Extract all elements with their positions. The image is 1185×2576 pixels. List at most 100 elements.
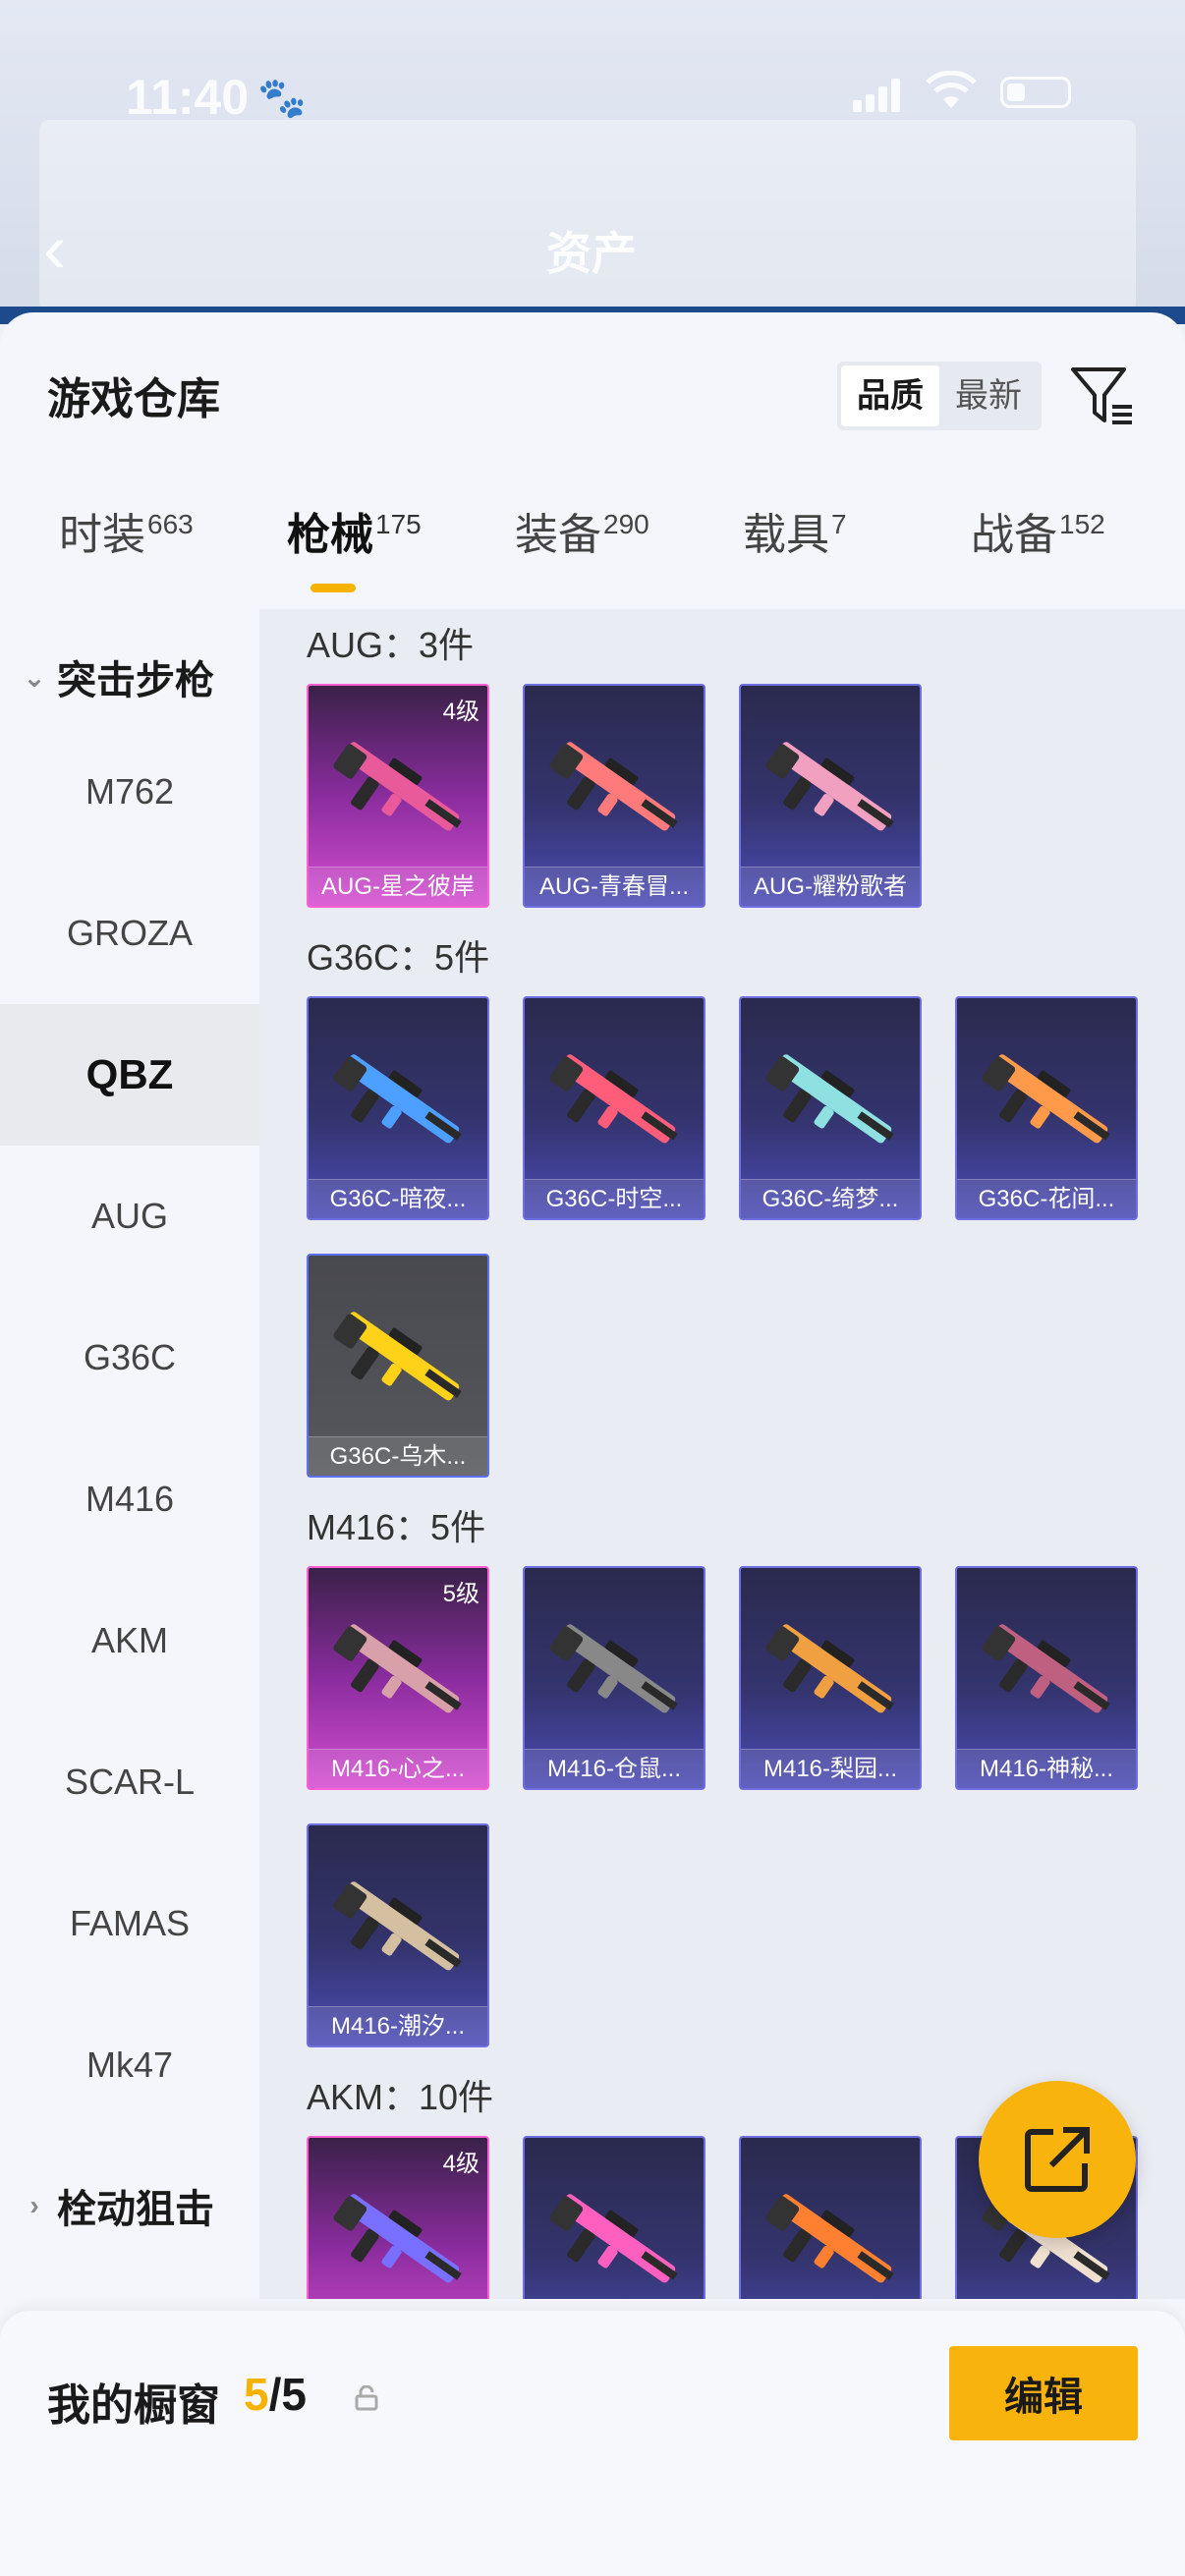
- warehouse-sheet: 游戏仓库 品质 最新 时装663 枪械175 装备290 载具7 战备152 ⌄…: [0, 312, 1185, 2576]
- skin-name: M416-神秘...: [957, 1749, 1136, 1788]
- sidebar-group-label: 突击步枪: [57, 659, 214, 702]
- sidebar-group-bolt-action[interactable]: › 栓动狙击: [20, 2177, 214, 2234]
- back-arrow-icon[interactable]: ‹: [43, 214, 92, 283]
- weapon-sidebar: ⌄ 突击步枪 M762 GROZA QBZ AUG G36C M416 AKM …: [0, 609, 259, 2299]
- tab-count: 152: [1059, 509, 1105, 540]
- skin-name: M416-梨园...: [741, 1749, 920, 1788]
- skin-card[interactable]: [739, 2136, 922, 2299]
- skin-card[interactable]: G36C-绮梦...: [739, 996, 922, 1220]
- sidebar-item-mk47[interactable]: Mk47: [0, 1994, 259, 2136]
- sidebar-item-groza[interactable]: GROZA: [0, 863, 259, 1004]
- sort-newest-button[interactable]: 最新: [939, 365, 1038, 426]
- skin-card[interactable]: G36C-暗夜...: [307, 996, 489, 1220]
- filter-icon[interactable]: [1069, 362, 1136, 430]
- sidebar-group-assault-rifles[interactable]: ⌄ 突击步枪: [20, 648, 214, 705]
- showcase-count: 5/5: [244, 2368, 307, 2421]
- sidebar-item-m416[interactable]: M416: [0, 1428, 259, 1570]
- sidebar-item-aug[interactable]: AUG: [0, 1146, 259, 1287]
- skin-name: G36C-乌木...: [309, 1436, 487, 1476]
- status-time: 11:40: [126, 70, 250, 125]
- skin-card[interactable]: 5级 M416-心之...: [307, 1566, 489, 1790]
- skin-card[interactable]: M416-潮汐...: [307, 1823, 489, 2047]
- sidebar-item-g36c[interactable]: G36C: [0, 1287, 259, 1428]
- skin-name: AUG-耀粉歌者: [741, 867, 920, 906]
- tab-vehicles[interactable]: 载具7: [743, 499, 847, 562]
- section-title-g36c: G36C：5件: [307, 937, 490, 978]
- tab-label: 战备: [971, 511, 1057, 559]
- skin-card[interactable]: M416-梨园...: [739, 1566, 922, 1790]
- skin-card[interactable]: G36C-时空...: [523, 996, 705, 1220]
- sidebar-item-akm[interactable]: AKM: [0, 1570, 259, 1711]
- rifle-icon: [982, 1054, 1110, 1144]
- skin-name: M416-心之...: [309, 1749, 487, 1788]
- skin-name: G36C-绮梦...: [741, 1179, 920, 1218]
- skin-card[interactable]: 4级 AUG-星之彼岸: [307, 684, 489, 908]
- edit-button[interactable]: 编辑: [949, 2346, 1138, 2440]
- section-title-aug: AUG：3件: [307, 625, 475, 665]
- sort-toggle: 品质 最新: [837, 362, 1042, 430]
- rifle-icon: [333, 1624, 462, 1713]
- status-bar: 11:40 🐾: [0, 59, 1185, 138]
- section-title-akm: AKM：10件: [307, 2077, 494, 2117]
- sidebar-item-scar-l[interactable]: SCAR-L: [0, 1711, 259, 1853]
- share-fab-button[interactable]: [979, 2081, 1136, 2238]
- tab-supplies[interactable]: 战备152: [971, 499, 1105, 562]
- tab-firearms[interactable]: 枪械175: [287, 499, 422, 562]
- tab-label: 枪械: [287, 511, 373, 559]
- skin-name: AUG-星之彼岸: [309, 867, 487, 906]
- lock-icon: [355, 2385, 378, 2411]
- tab-count: 663: [147, 509, 194, 540]
- sidebar-group-label: 栓动狙击: [57, 2188, 214, 2231]
- skin-name: G36C-暗夜...: [309, 1179, 487, 1218]
- section-title-m416: M416：5件: [307, 1507, 486, 1547]
- rifle-icon: [333, 1312, 462, 1401]
- sort-quality-button[interactable]: 品质: [841, 365, 939, 426]
- chevron-right-icon: ›: [29, 2190, 39, 2220]
- rifle-icon: [549, 2194, 678, 2283]
- wifi-icon: [926, 71, 977, 108]
- paw-icon: 🐾: [257, 77, 307, 120]
- skin-card[interactable]: AUG-耀粉歌者: [739, 684, 922, 908]
- sidebar-item-m762[interactable]: M762: [0, 721, 259, 863]
- tab-count: 290: [603, 509, 649, 540]
- skin-card[interactable]: G36C-花间...: [955, 996, 1138, 1220]
- signal-icon: [853, 79, 902, 112]
- skin-name: G36C-时空...: [525, 1179, 704, 1218]
- battery-icon: [1000, 77, 1071, 108]
- sidebar-item-qbz[interactable]: QBZ: [0, 1004, 259, 1146]
- skin-card[interactable]: M416-仓鼠...: [523, 1566, 705, 1790]
- skin-card[interactable]: AUG-青春冒...: [523, 684, 705, 908]
- showcase-count-total: /5: [268, 2369, 307, 2420]
- rifle-icon: [549, 742, 678, 831]
- sheet-title: 游戏仓库: [47, 375, 220, 423]
- tab-equipment[interactable]: 装备290: [515, 499, 649, 562]
- tab-label: 时装: [59, 511, 145, 559]
- rifle-icon: [333, 1881, 462, 1971]
- skin-level-badge: 4级: [442, 699, 480, 725]
- tab-count: 175: [375, 509, 422, 540]
- skin-card[interactable]: 4级: [307, 2136, 489, 2299]
- chevron-down-icon: ⌄: [23, 661, 46, 693]
- skin-card[interactable]: M416-神秘...: [955, 1566, 1138, 1790]
- background-stats-card: [39, 120, 1136, 312]
- share-icon: [1025, 2127, 1090, 2192]
- tab-active-indicator: [310, 584, 356, 592]
- rifle-icon: [982, 1624, 1110, 1713]
- skin-name: G36C-花间...: [957, 1179, 1136, 1218]
- showcase-label: 我的橱窗: [47, 2381, 220, 2430]
- tab-fashion[interactable]: 时装663: [59, 499, 194, 562]
- page-title: 资产: [546, 228, 637, 279]
- sidebar-item-famas[interactable]: FAMAS: [0, 1853, 259, 1994]
- rifle-icon: [765, 1624, 894, 1713]
- showcase-bar: 我的橱窗 5/5 编辑: [0, 2311, 1185, 2576]
- rifle-icon: [333, 742, 462, 831]
- rifle-icon: [549, 1054, 678, 1144]
- skin-card[interactable]: [523, 2136, 705, 2299]
- tab-label: 装备: [515, 511, 601, 559]
- skin-name: M416-仓鼠...: [525, 1749, 704, 1788]
- skin-name: M416-潮汐...: [309, 2006, 487, 2045]
- background-header: 11:40 🐾 ‹ 资产: [0, 0, 1185, 324]
- skin-name: AUG-青春冒...: [525, 867, 704, 906]
- rifle-icon: [765, 2194, 894, 2283]
- skin-card[interactable]: G36C-乌木...: [307, 1254, 489, 1478]
